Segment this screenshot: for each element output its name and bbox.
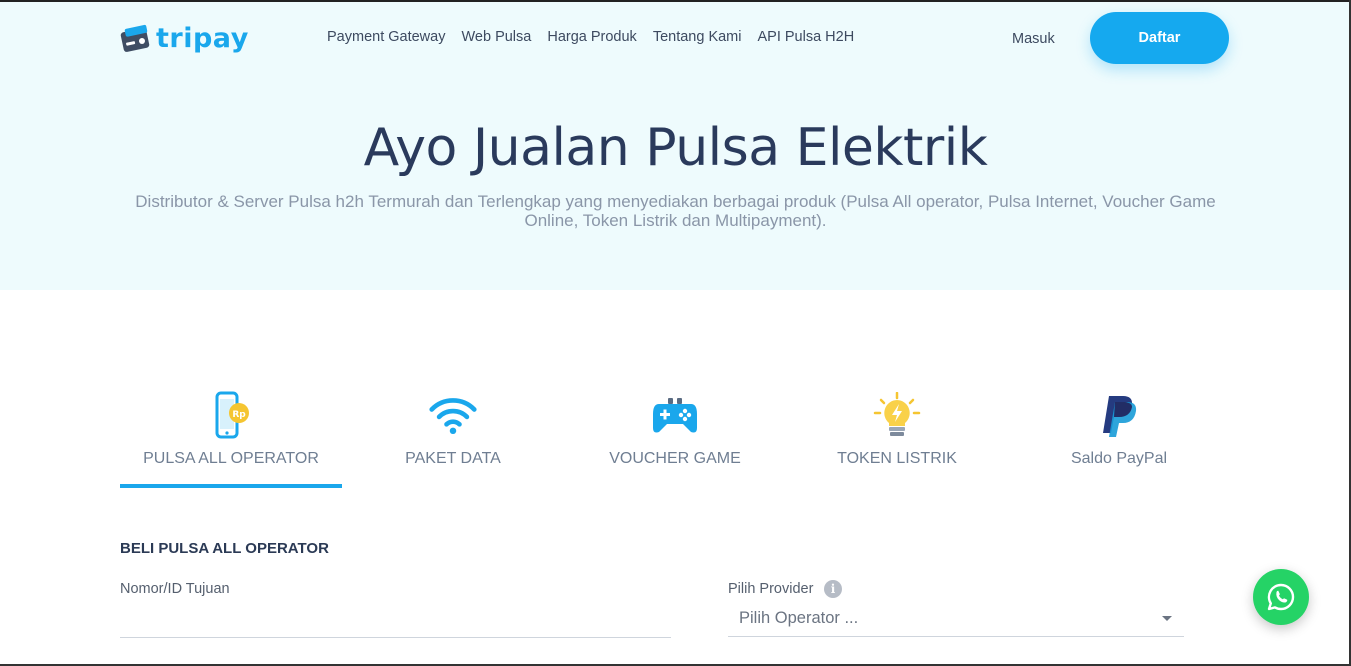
hero-section: tripay Payment Gateway Web Pulsa Harga P…	[0, 0, 1351, 290]
product-tabs: Rp PULSA ALL OPERATOR PAKET DATA VOUCHER…	[120, 390, 1230, 490]
info-icon[interactable]: i	[824, 580, 842, 598]
active-tab-indicator	[120, 484, 342, 488]
tab-saldo-paypal[interactable]: Saldo PayPal	[1008, 390, 1230, 490]
whatsapp-icon	[1267, 583, 1295, 611]
nav-link-web-pulsa[interactable]: Web Pulsa	[461, 29, 531, 45]
tab-label: PULSA ALL OPERATOR	[143, 450, 319, 467]
login-link[interactable]: Masuk	[1012, 31, 1055, 47]
provider-select[interactable]: Pilih Operator ...	[728, 603, 1184, 637]
tab-voucher-game[interactable]: VOUCHER GAME	[564, 390, 786, 490]
wifi-icon	[428, 390, 478, 442]
nav-links: Payment Gateway Web Pulsa Harga Produk T…	[327, 29, 854, 45]
paypal-icon	[1094, 390, 1144, 442]
nav-link-harga-produk[interactable]: Harga Produk	[547, 29, 636, 45]
hero-title: Ayo Jualan Pulsa Elektrik	[363, 118, 988, 178]
tab-token-listrik[interactable]: TOKEN LISTRIK	[786, 390, 1008, 490]
tab-label: VOUCHER GAME	[609, 450, 741, 467]
brand-name: tripay	[156, 22, 249, 54]
nav-link-api-pulsa[interactable]: API Pulsa H2H	[757, 29, 854, 45]
navbar: tripay Payment Gateway Web Pulsa Harga P…	[0, 2, 1351, 78]
wallet-icon	[120, 24, 150, 52]
nav-link-tentang-kami[interactable]: Tentang Kami	[653, 29, 742, 45]
tab-label: PAKET DATA	[405, 450, 501, 467]
tab-paket-data[interactable]: PAKET DATA	[342, 390, 564, 490]
hero-subtitle: Distributor & Server Pulsa h2h Termurah …	[135, 192, 1216, 230]
provider-select-value: Pilih Operator ...	[739, 609, 859, 627]
provider-label: Pilih Provider	[728, 581, 814, 597]
lightbulb-icon	[872, 390, 922, 442]
register-button[interactable]: Daftar	[1090, 12, 1229, 64]
target-number-input[interactable]	[120, 606, 671, 638]
tab-label: Saldo PayPal	[1070, 450, 1168, 467]
target-number-label: Nomor/ID Tujuan	[120, 581, 230, 597]
whatsapp-chat-button[interactable]	[1253, 569, 1309, 625]
brand-logo[interactable]: tripay	[120, 20, 249, 56]
chevron-down-icon	[1162, 616, 1172, 621]
tab-pulsa[interactable]: Rp PULSA ALL OPERATOR	[120, 390, 342, 490]
gamepad-icon	[650, 390, 700, 442]
svg-text:Rp: Rp	[232, 410, 246, 420]
tab-label: TOKEN LISTRIK	[837, 450, 957, 467]
phone-rupiah-icon: Rp	[206, 390, 256, 442]
form-title: BELI PULSA ALL OPERATOR	[120, 540, 329, 557]
nav-link-payment-gateway[interactable]: Payment Gateway	[327, 29, 445, 45]
